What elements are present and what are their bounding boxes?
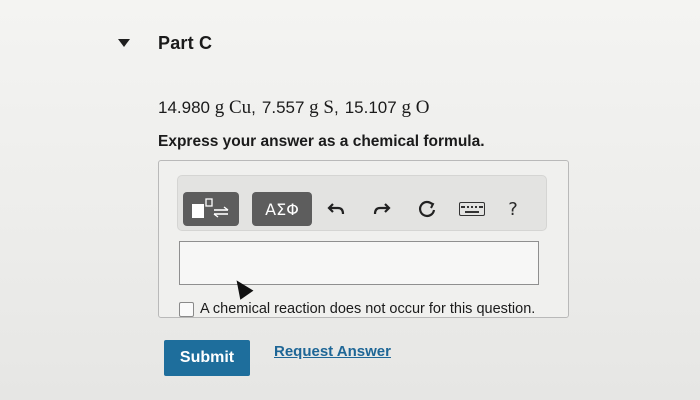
reset-icon[interactable]	[414, 194, 440, 224]
element-symbol: Cu	[228, 97, 252, 118]
templates-icon	[192, 198, 229, 218]
math-toolbar: ΑΣΦ ?	[177, 175, 547, 231]
part-header[interactable]: Part C	[118, 30, 212, 56]
no-reaction-option[interactable]: A chemical reaction does not occur for t…	[179, 301, 535, 317]
templates-button[interactable]	[183, 192, 239, 226]
submit-button[interactable]: Submit	[164, 340, 250, 376]
answer-panel: ΑΣΦ ? A chemical reaction does not occur…	[158, 160, 569, 318]
question-text: 14.980 g Cu, 7.557 g S, 15.107 g O	[158, 97, 429, 119]
element-symbol: S	[323, 97, 334, 118]
mass-value: 15.107	[344, 98, 397, 117]
mass-unit: g	[309, 97, 319, 118]
no-reaction-checkbox[interactable]	[179, 301, 194, 317]
instruction-text: Express your answer as a chemical formul…	[158, 133, 485, 150]
part-title: Part C	[158, 32, 213, 53]
element-symbol: O	[415, 97, 430, 118]
undo-icon[interactable]	[324, 194, 350, 224]
request-answer-link[interactable]: Request Answer	[274, 343, 391, 360]
answer-input[interactable]	[179, 241, 539, 285]
mass-value: 7.557	[261, 98, 305, 117]
no-reaction-label: A chemical reaction does not occur for t…	[200, 301, 536, 317]
caret-down-icon[interactable]	[118, 39, 130, 47]
separator: ,	[251, 98, 256, 117]
keyboard-icon[interactable]	[456, 194, 488, 224]
mass-unit: g	[214, 97, 225, 118]
mass-unit: g	[401, 97, 411, 118]
symbols-button[interactable]: ΑΣΦ	[252, 192, 312, 226]
separator: ,	[333, 98, 339, 117]
mass-value: 14.980	[158, 98, 210, 117]
help-button[interactable]: ?	[500, 194, 526, 224]
redo-icon[interactable]	[368, 194, 394, 224]
